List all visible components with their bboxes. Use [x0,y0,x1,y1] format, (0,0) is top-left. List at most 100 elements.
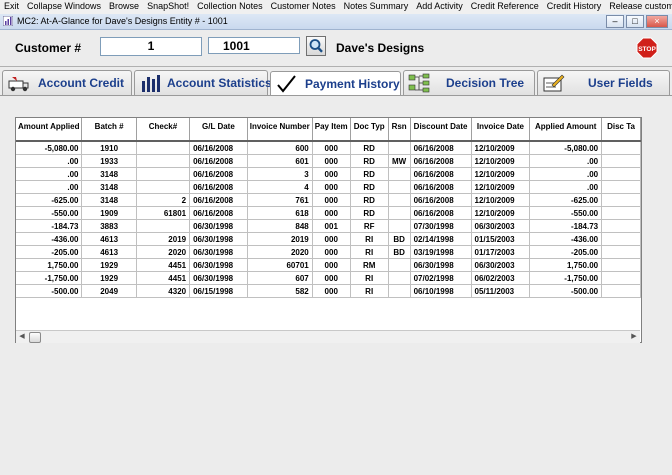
menu-item-exit[interactable]: Exit [0,0,23,13]
table-cell: 000 [312,271,351,285]
table-row[interactable]: -436.00 4613 2019 06/30/1998 2019 000 RI BD 02/1… [16,232,641,246]
table-cell: 4320 [136,284,191,298]
table-cell: RD [350,180,389,194]
stop-sign-icon[interactable]: STOP [636,37,658,59]
column-header[interactable]: Doc Typ [350,118,389,142]
customer-header: Customer # 1 1001 Dave's Designs [0,30,672,68]
restore-icon[interactable]: □ [626,15,644,28]
menu-item-credit-reference[interactable]: Credit Reference [467,0,543,13]
menu-item-notes-summary[interactable]: Notes Summary [340,0,413,13]
menu-item-snapshot[interactable]: SnapShot! [143,0,193,13]
table-cell: 06/16/2008 [410,154,472,168]
table-cell: 000 [312,232,351,246]
close-icon[interactable]: × [646,15,668,28]
menu-item-collapse-windows[interactable]: Collapse Windows [23,0,105,13]
table-cell: RI [350,284,389,298]
scroll-left-icon[interactable]: ◀ [16,331,28,343]
tab-user-fields[interactable]: User Fields [537,70,670,95]
table-cell [388,219,411,233]
table-cell: 60701 [247,258,313,272]
magnifier-icon [309,39,323,53]
payment-table: Amount Applied Batch # Check# G/L Date Invoi… [16,118,641,298]
table-row[interactable]: .00 3148 06/16/2008 3 000 RD 06/16/2008 12/10/2… [16,167,641,181]
column-header[interactable]: Invoice Date [471,118,531,142]
table-cell: 3148 [81,167,137,181]
tab-payment-history[interactable]: Payment History [270,71,401,96]
table-cell: 000 [312,167,351,181]
table-cell: -205.00 [529,245,603,259]
menu-item-credit-history[interactable]: Credit History [543,0,606,13]
table-cell: 05/11/2003 [471,284,531,298]
column-header[interactable]: Applied Amount [529,118,603,142]
window-title: MC2: At-A-Glance for Dave's Designs Enti… [17,16,228,26]
scroll-thumb[interactable] [29,332,41,343]
table-row[interactable]: -1,750.00 1929 4451 06/30/1998 607 000 RI 07/02… [16,271,641,285]
table-cell: 2020 [136,245,191,259]
column-header[interactable]: Amount Applied [16,118,83,142]
table-row[interactable]: -184.73 3883 06/30/1998 848 001 RF 07/30/1998 0… [16,219,641,233]
minimize-icon[interactable]: – [606,15,624,28]
column-header[interactable]: Batch # [81,118,137,142]
tab-account-credit[interactable]: Account Credit [2,70,132,95]
table-cell: 000 [312,154,351,168]
column-header[interactable]: G/L Date [189,118,248,142]
table-row[interactable]: -205.00 4613 2020 06/30/1998 2020 000 RI BD 03/1… [16,245,641,259]
search-button[interactable] [306,36,326,56]
menu-item-customer-notes[interactable]: Customer Notes [267,0,340,13]
tab-account-statistics[interactable]: Account Statistics [134,70,272,95]
column-header[interactable]: Check# [136,118,191,142]
entity-number-field[interactable]: 1001 [208,37,300,54]
table-cell: 3883 [81,219,137,233]
table-cell: .00 [16,180,83,194]
table-cell: -1,750.00 [16,271,83,285]
table-cell [601,154,641,168]
table-cell: BD [388,232,411,246]
table-cell [601,245,641,259]
table-cell [388,141,411,155]
tab-decision-tree[interactable]: Decision Tree [403,70,535,95]
menu-item-collection-notes[interactable]: Collection Notes [193,0,267,13]
table-cell: .00 [529,154,603,168]
menu-item-add-activity[interactable]: Add Activity [412,0,467,13]
table-cell [388,258,411,272]
table-cell [601,141,641,155]
tab-strip: Account Credit Account Statistics Paymen… [0,70,672,96]
table-row[interactable]: .00 3148 06/16/2008 4 000 RD 06/16/2008 12/10/2… [16,180,641,194]
table-cell [136,154,191,168]
table-row[interactable]: -5,080.00 1910 06/16/2008 600 000 RD 06/16/200… [16,141,641,155]
table-cell: 000 [312,245,351,259]
table-cell: 12/10/2009 [471,154,531,168]
tab-label: Payment History [305,77,400,91]
scroll-right-icon[interactable]: ▶ [628,331,640,343]
pencil-form-icon [543,74,565,92]
table-cell [601,193,641,207]
column-header[interactable]: Rsn [388,118,411,142]
table-cell: 06/10/1998 [410,284,472,298]
table-row[interactable]: -625.00 3148 2 06/16/2008 761 000 RD 06/16/2008… [16,193,641,207]
table-cell: 3148 [81,193,137,207]
payment-history-grid[interactable]: Amount Applied Batch # Check# G/L Date Invoi… [15,117,642,343]
table-row[interactable]: -500.00 2049 4320 06/15/1998 582 000 RI 06/10/1… [16,284,641,298]
table-cell [388,206,411,220]
horizontal-scrollbar[interactable]: ◀ ▶ [16,330,640,343]
menu-item-browse[interactable]: Browse [105,0,143,13]
column-header[interactable]: Disc Ta [601,118,641,142]
table-row[interactable]: 1,750.00 1929 4451 06/30/1998 60701 000 RM 06/3… [16,258,641,272]
column-header[interactable]: Discount Date [410,118,472,142]
table-row[interactable]: .00 1933 06/16/2008 601 000 RD MW 06/16/2008 12/… [16,154,641,168]
table-cell: 06/16/2008 [410,206,472,220]
table-body: -5,080.00 1910 06/16/2008 600 000 RD 06/16/200… [16,141,641,298]
menu-item-release-customer[interactable]: Release customer from Hold - C [605,0,672,13]
table-cell: 618 [247,206,313,220]
table-row[interactable]: -550.00 1909 61801 06/16/2008 618 000 RD 06/16/… [16,206,641,220]
table-cell: -184.73 [16,219,83,233]
table-cell: 4613 [81,245,137,259]
table-cell: 4451 [136,271,191,285]
table-cell: 2019 [136,232,191,246]
column-header[interactable]: Invoice Number [247,118,313,142]
customer-number-field[interactable]: 1 [100,37,202,56]
table-cell: 01/15/2003 [471,232,531,246]
column-header[interactable]: Pay Item [312,118,351,142]
table-cell: -500.00 [16,284,83,298]
table-cell: 06/16/2008 [189,141,248,155]
